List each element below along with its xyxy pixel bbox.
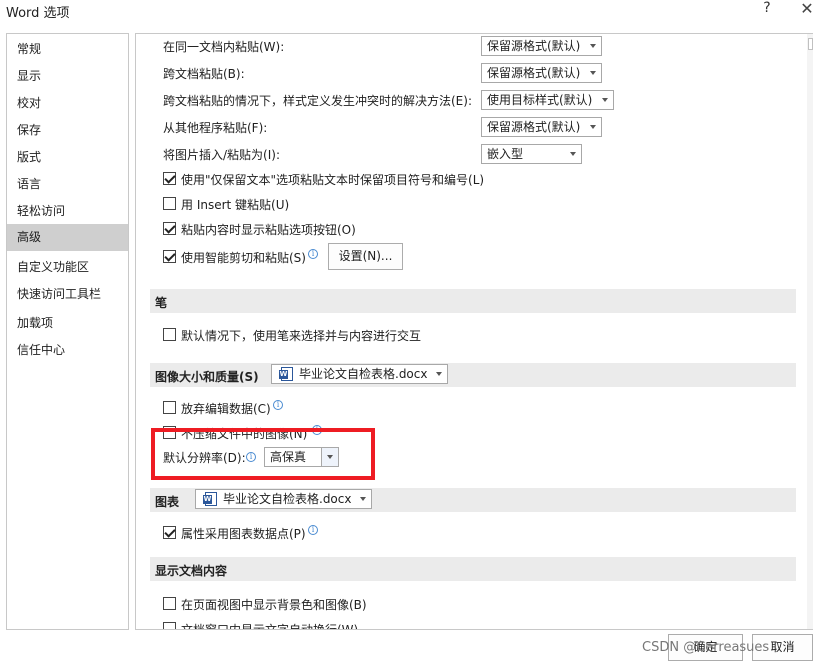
paste-cross-doc-label: 跨文档粘贴(B): [163,67,245,81]
advanced-options-panel: 在同一文档内粘贴(W): 保留源格式(默认) 跨文档粘贴(B): 保留源格式(默… [135,33,813,630]
chevron-down-icon [360,497,366,501]
chart-doc-dropdown[interactable]: 毕业论文自检表格.docx [195,489,372,509]
smart-cut-settings-button[interactable]: 设置(N)... [328,243,403,270]
image-section-title: 图像大小和质量(S) [155,370,259,384]
nav-item-layout[interactable]: 版式 [7,144,128,171]
smart-cut-label: 使用智能剪切和粘贴(S) [181,251,306,265]
window-title: Word 选项 [6,6,70,21]
nav-item-advanced[interactable]: 高级 [7,224,128,251]
paste-conflict-label: 跨文档粘贴的情况下，样式定义发生冲突时的解决方法(E): [163,94,472,108]
nav-item-proofing[interactable]: 校对 [7,90,128,117]
chart-doc-name: 毕业论文自检表格.docx [223,492,352,506]
chevron-down-icon [590,71,596,75]
nav-item-accessibility[interactable]: 轻松访问 [7,198,128,225]
show-bg-label: 在页面视图中显示背景色和图像(B) [181,598,367,612]
chevron-down-icon [570,152,576,156]
show-bg-checkbox[interactable] [163,597,176,610]
show-paste-options-label: 粘贴内容时显示粘贴选项按钮(O) [181,223,356,237]
image-section-header: 图像大小和质量(S) [150,363,796,387]
paste-conflict-value: 使用目标样式(默认) [487,93,593,107]
info-icon: i [273,400,283,410]
properties-follow-label: 属性采用图表数据点(P) [181,527,306,541]
title-bar: Word 选项 ? ✕ [0,0,813,30]
scroll-up-button[interactable] [808,38,813,50]
insert-image-label: 将图片插入/粘贴为(I): [163,148,280,162]
wrap-text-label: 文档窗口内显示文字自动换行(W) [181,623,359,630]
image-doc-dropdown[interactable]: 毕业论文自检表格.docx [271,364,448,384]
paste-cross-doc-dropdown[interactable]: 保留源格式(默认) [481,63,602,83]
info-icon: i [308,525,318,535]
chart-section-title: 图表 [155,495,180,509]
nav-item-addins[interactable]: 加载项 [7,310,128,337]
paste-other-program-label: 从其他程序粘贴(F): [163,121,268,135]
paste-same-doc-label: 在同一文档内粘贴(W): [163,40,285,54]
word-doc-icon [279,367,293,381]
paste-cross-doc-value: 保留源格式(默认) [487,66,581,80]
insert-key-checkbox[interactable] [163,197,176,210]
wrap-text-checkbox[interactable] [163,622,176,629]
nav-item-save[interactable]: 保存 [7,117,128,144]
display-section-title: 显示文档内容 [155,564,228,578]
paste-same-doc-value: 保留源格式(默认) [487,39,581,53]
chevron-down-icon [602,98,608,102]
keep-text-only-checkbox[interactable] [163,172,176,185]
close-icon[interactable]: ✕ [798,0,813,18]
word-doc-icon [203,492,217,506]
pen-section-header: 笔 [150,289,796,313]
paste-same-doc-dropdown[interactable]: 保留源格式(默认) [481,36,602,56]
insert-key-label: 用 Insert 键粘贴(U) [181,198,290,212]
paste-other-program-dropdown[interactable]: 保留源格式(默认) [481,117,602,137]
chevron-down-icon [436,372,442,376]
paste-conflict-dropdown[interactable]: 使用目标样式(默认) [481,90,614,110]
nav-item-language[interactable]: 语言 [7,171,128,198]
smart-cut-checkbox[interactable] [163,250,176,263]
keep-text-only-label: 使用"仅保留文本"选项粘贴文本时保留项目符号和编号(L) [181,173,485,187]
nav-item-quick-access[interactable]: 快速访问工具栏 [7,281,128,308]
insert-image-value: 嵌入型 [487,147,524,161]
chevron-down-icon [590,125,596,129]
show-paste-options-checkbox[interactable] [163,222,176,235]
chevron-down-icon [590,44,596,48]
watermark: CSDN @Cerreasues [642,640,770,655]
pen-default-checkbox[interactable] [163,328,176,341]
pen-section-title: 笔 [155,296,168,310]
highlight-box [151,428,375,480]
help-icon[interactable]: ? [760,0,774,16]
image-doc-name: 毕业论文自检表格.docx [299,367,428,381]
nav-item-trust-center[interactable]: 信任中心 [7,337,128,364]
insert-image-dropdown[interactable]: 嵌入型 [481,144,582,164]
display-section-header: 显示文档内容 [150,557,796,581]
nav-item-display[interactable]: 显示 [7,63,128,90]
discard-edit-label: 放弃编辑数据(C) [181,402,271,416]
discard-edit-checkbox[interactable] [163,401,176,414]
vertical-scrollbar[interactable] [807,34,813,629]
info-icon: i [308,249,318,259]
nav-item-customize-ribbon[interactable]: 自定义功能区 [7,254,128,281]
options-nav: 常规 显示 校对 保存 版式 语言 轻松访问 高级 自定义功能区 快速访问工具栏… [6,33,129,630]
pen-default-label: 默认情况下，使用笔来选择并与内容进行交互 [181,329,422,343]
nav-item-general[interactable]: 常规 [7,36,128,63]
paste-other-program-value: 保留源格式(默认) [487,120,581,134]
properties-follow-checkbox[interactable] [163,526,176,539]
